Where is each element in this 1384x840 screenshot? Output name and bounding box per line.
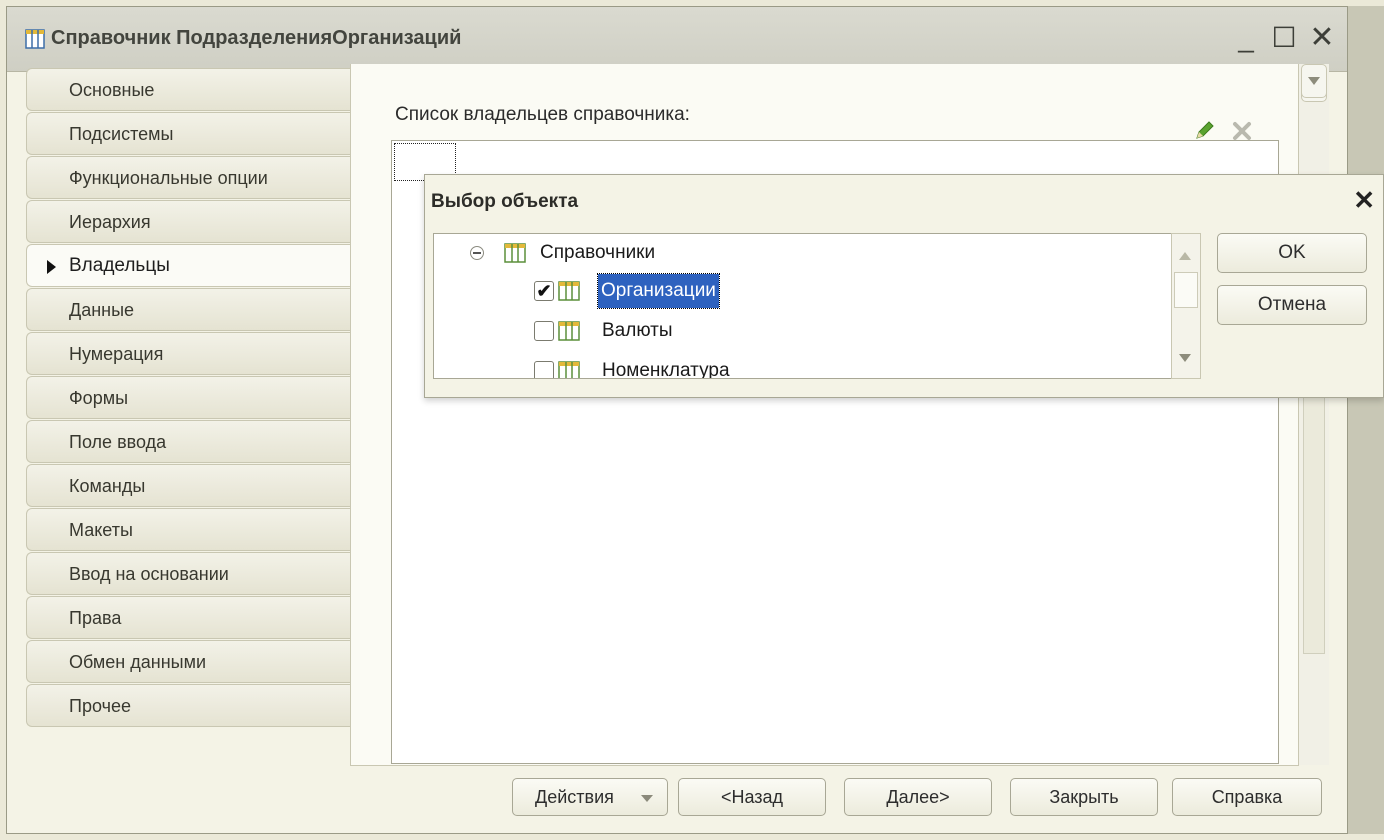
tab-label: Права — [69, 608, 122, 628]
collapse-icon[interactable] — [470, 246, 484, 260]
tab-label: Данные — [69, 300, 135, 320]
tree-scrollbar[interactable] — [1171, 233, 1201, 379]
pencil-icon[interactable] — [1193, 118, 1217, 142]
tab-label: Прочее — [69, 696, 131, 716]
tab-input-by-basis[interactable]: Ввод на основании — [26, 552, 356, 595]
item-checkbox[interactable] — [534, 321, 554, 341]
tab-forms[interactable]: Формы — [26, 376, 356, 419]
tab-templates[interactable]: Макеты — [26, 508, 356, 551]
dialog-close-button[interactable]: ✕ — [1353, 185, 1375, 216]
active-tab-arrow-icon — [47, 260, 56, 274]
help-button[interactable]: Справка — [1172, 778, 1322, 816]
scroll-down-button[interactable] — [1301, 64, 1327, 98]
delete-icon[interactable] — [1231, 120, 1253, 142]
tree-scroll-down-button[interactable] — [1173, 342, 1199, 372]
tab-other[interactable]: Прочее — [26, 684, 356, 727]
tree-item-label: Валюты — [602, 320, 673, 341]
tab-label: Макеты — [69, 520, 133, 540]
tab-label: Ввод на основании — [69, 564, 229, 584]
tab-label: Владельцы — [69, 255, 170, 276]
tab-label: Подсистемы — [69, 124, 174, 144]
tab-label: Функциональные опции — [69, 168, 268, 188]
object-tree[interactable]: Справочники ✔ Организации Валюты Номенкл… — [433, 233, 1173, 379]
tab-input-field[interactable]: Поле ввода — [26, 420, 356, 463]
window-titlebar[interactable]: Справочник ПодразделенияОрганизаций _ ☐ … — [7, 7, 1347, 72]
arrow-down-icon — [1179, 354, 1191, 362]
catalog-grid-icon — [558, 361, 580, 378]
minimize-button[interactable]: _ — [1229, 21, 1263, 55]
next-button[interactable]: Далее> — [844, 778, 992, 816]
tab-subsystems[interactable]: Подсистемы — [26, 112, 356, 155]
tree-scroll-thumb[interactable] — [1174, 272, 1198, 308]
catalog-grid-icon — [558, 281, 580, 301]
tree-item-label: Организации — [597, 273, 720, 309]
catalog-grid-icon — [558, 321, 580, 341]
tab-numbering[interactable]: Нумерация — [26, 332, 356, 375]
tab-data-exchange[interactable]: Обмен данными — [26, 640, 356, 683]
tab-data[interactable]: Данные — [26, 288, 356, 331]
dialog-title: Выбор объекта — [431, 191, 579, 212]
owners-panel: Список владельцев справочника: — [350, 64, 1299, 766]
tab-label: Поле ввода — [69, 432, 167, 452]
select-object-dialog: Выбор объекта ✕ Справочники ✔ Организаци… — [424, 174, 1384, 398]
actions-label: Действия — [535, 787, 614, 807]
arrow-up-icon — [1179, 252, 1191, 260]
maximize-button[interactable]: ☐ — [1267, 21, 1301, 55]
window-title: Справочник ПодразделенияОрганизаций — [51, 27, 462, 49]
tab-hierarchy[interactable]: Иерархия — [26, 200, 356, 243]
item-checkbox[interactable] — [534, 361, 554, 378]
tab-label: Формы — [69, 388, 129, 408]
tab-label: Обмен данными — [69, 652, 207, 672]
tab-functional-options[interactable]: Функциональные опции — [26, 156, 356, 199]
ok-button[interactable]: OK — [1217, 233, 1367, 273]
tab-main[interactable]: Основные — [26, 68, 356, 111]
tree-scroll-up-button[interactable] — [1173, 240, 1199, 270]
tree-item-label: Номенклатура — [602, 360, 730, 379]
tab-list: Основные Подсистемы Функциональные опции… — [26, 68, 356, 728]
tab-rights[interactable]: Права — [26, 596, 356, 639]
catalogs-grid-icon — [504, 243, 526, 263]
back-button[interactable]: <Назад — [678, 778, 826, 816]
catalog-grid-icon — [25, 29, 45, 49]
close-window-button[interactable]: ✕ — [1305, 21, 1339, 55]
main-vertical-scrollbar[interactable] — [1298, 64, 1329, 765]
tab-owners[interactable]: Владельцы — [26, 244, 356, 287]
screen-background-strip — [1348, 6, 1384, 834]
dropdown-arrow-icon — [641, 795, 653, 802]
cancel-button[interactable]: Отмена — [1217, 285, 1367, 325]
owners-list-label: Список владельцев справочника: — [395, 104, 690, 125]
tab-label: Основные — [69, 80, 155, 100]
tab-label: Нумерация — [69, 344, 164, 364]
tab-commands[interactable]: Команды — [26, 464, 356, 507]
bottom-button-bar: Действия <Назад Далее> Закрыть Справка — [0, 778, 1342, 818]
tab-label: Команды — [69, 476, 146, 496]
actions-button[interactable]: Действия — [512, 778, 668, 816]
tree-root-label: Справочники — [540, 242, 656, 263]
tab-label: Иерархия — [69, 212, 151, 232]
close-button[interactable]: Закрыть — [1010, 778, 1158, 816]
item-checkbox[interactable]: ✔ — [534, 281, 554, 301]
arrow-down-icon — [1308, 77, 1320, 85]
